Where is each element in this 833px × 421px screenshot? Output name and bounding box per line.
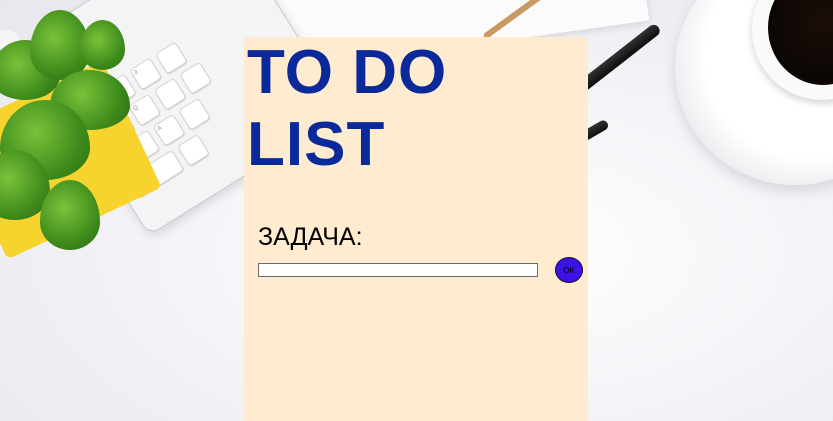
ok-button[interactable]: OK [555,257,583,283]
todo-card: TO DO LIST ЗАДАЧА: OK [244,37,588,421]
keyboard-key: A [152,113,186,147]
title-line-1: TO DO [247,38,448,107]
keyboard-key: Q [128,93,162,127]
keyboard-key [154,41,188,75]
keyboard-key [178,97,212,131]
task-label: ЗАДАЧА: [258,223,363,251]
task-input[interactable] [258,263,538,277]
title-line-2: LIST [247,110,386,179]
keyboard-key [179,61,213,95]
page-title: TO DO LIST [247,37,547,181]
keyboard-key [176,133,211,167]
keyboard-key: 2 [129,57,163,91]
keyboard-key [153,77,187,111]
